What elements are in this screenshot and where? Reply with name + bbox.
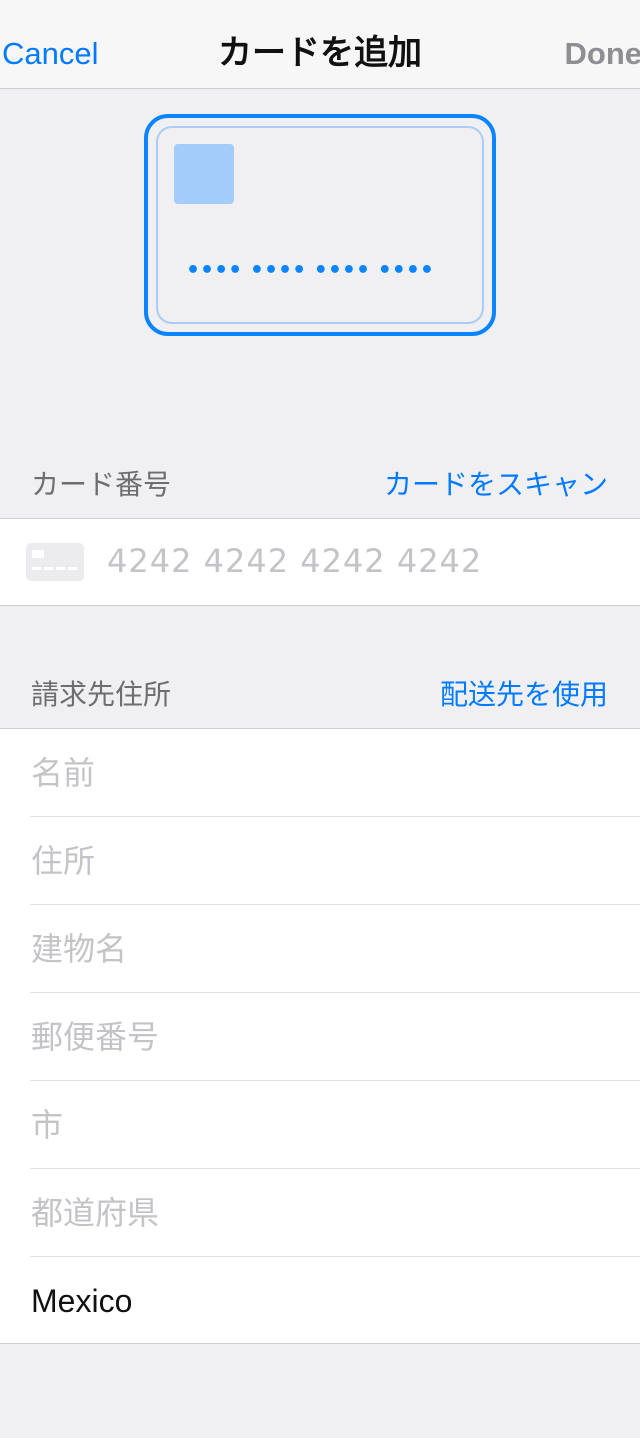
city-placeholder[interactable]: 市	[31, 1103, 63, 1147]
use-shipping-address-button[interactable]: 配送先を使用	[440, 675, 608, 715]
card-placeholder-icon	[26, 543, 84, 581]
address-placeholder[interactable]: 住所	[31, 839, 95, 883]
card-number-group: 4242 4242 4242 4242	[0, 518, 640, 606]
prefecture-placeholder[interactable]: 都道府県	[31, 1191, 159, 1235]
country-field[interactable]: Mexico	[0, 1257, 640, 1345]
card-preview: •••• •••• •••• ••••	[144, 114, 496, 336]
page-title: カードを追加	[218, 33, 422, 73]
address-field[interactable]: 住所	[0, 817, 640, 905]
billing-address-label: 請求先住所	[31, 678, 172, 711]
prefecture-field[interactable]: 都道府県	[0, 1169, 640, 1257]
card-section-header: カード番号 カードをスキャン	[0, 455, 640, 515]
billing-address-group: 名前 住所 建物名 郵便番号 市 都道府県 Mexico	[0, 728, 640, 1344]
card-preview-inner: •••• •••• •••• ••••	[156, 126, 484, 324]
card-number-input[interactable]: 4242 4242 4242 4242	[107, 539, 607, 583]
building-placeholder[interactable]: 建物名	[31, 927, 127, 971]
card-number-label: カード番号	[31, 468, 172, 501]
building-field[interactable]: 建物名	[0, 905, 640, 993]
postal-code-placeholder[interactable]: 郵便番号	[31, 1015, 159, 1059]
country-value[interactable]: Mexico	[31, 1279, 132, 1323]
card-number-mask: •••• •••• •••• ••••	[186, 258, 434, 283]
name-placeholder[interactable]: 名前	[31, 751, 95, 795]
card-number-row[interactable]: 4242 4242 4242 4242	[0, 519, 640, 606]
city-field[interactable]: 市	[0, 1081, 640, 1169]
name-field[interactable]: 名前	[0, 729, 640, 817]
done-button[interactable]: Done	[565, 34, 640, 74]
card-chip-icon	[174, 144, 234, 204]
billing-section-header: 請求先住所 配送先を使用	[0, 665, 640, 725]
navigation-bar: Cancel カードを追加 Done	[0, 0, 640, 89]
scan-card-button[interactable]: カードをスキャン	[384, 465, 608, 505]
postal-code-field[interactable]: 郵便番号	[0, 993, 640, 1081]
